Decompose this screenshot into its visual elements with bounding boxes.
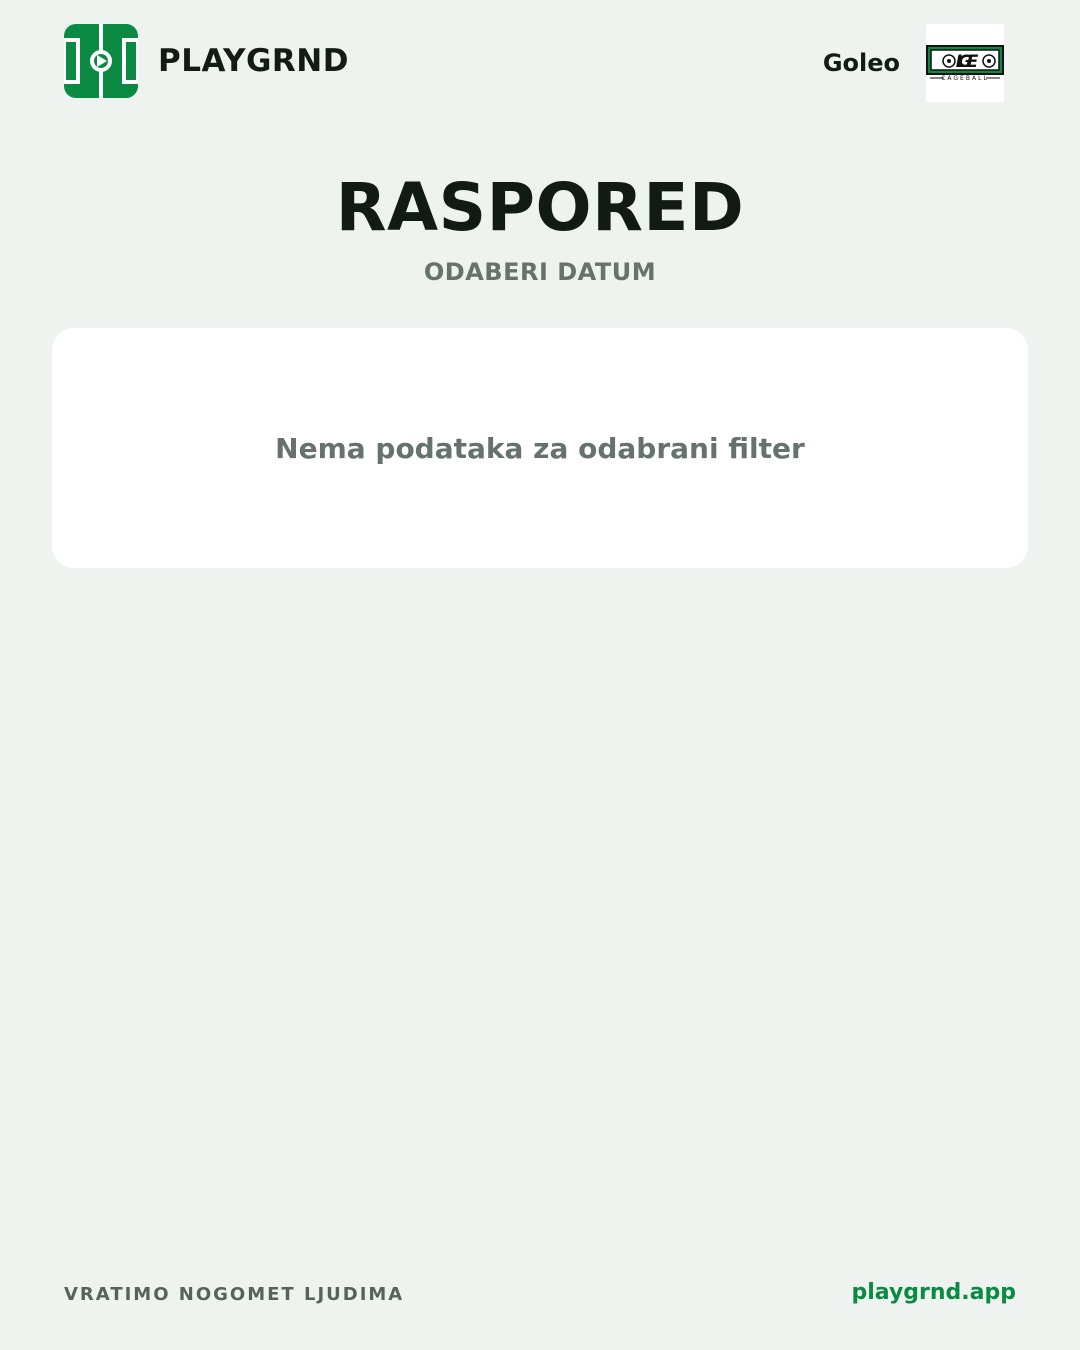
footer-tagline: VRATIMO NOGOMET LJUDIMA: [64, 1284, 405, 1305]
empty-state-message: Nema podataka za odabrani filter: [275, 431, 805, 465]
brand[interactable]: PLAYGRND: [64, 24, 349, 98]
date-picker-label[interactable]: ODABERI DATUM: [0, 258, 1080, 286]
website-link[interactable]: playgrnd.app: [851, 1280, 1016, 1305]
partner: Goleo G LE CAGEBALL: [823, 24, 1004, 102]
goleo-logo-icon: G LE CAGEBALL: [926, 24, 1004, 102]
svg-text:CAGEBALL: CAGEBALL: [941, 75, 989, 82]
page-title: RASPORED: [335, 169, 745, 246]
svg-text:LE: LE: [956, 52, 979, 72]
title-block: RASPORED ODABERI DATUM: [0, 169, 1080, 287]
goleo-logo-graphic: G LE CAGEBALL: [926, 45, 1004, 82]
partner-name: Goleo: [822, 49, 900, 77]
schedule-card: Nema podataka za odabrani filter: [52, 328, 1028, 568]
football-pitch-icon: [64, 24, 138, 98]
brand-name: PLAYGRND: [158, 43, 349, 79]
